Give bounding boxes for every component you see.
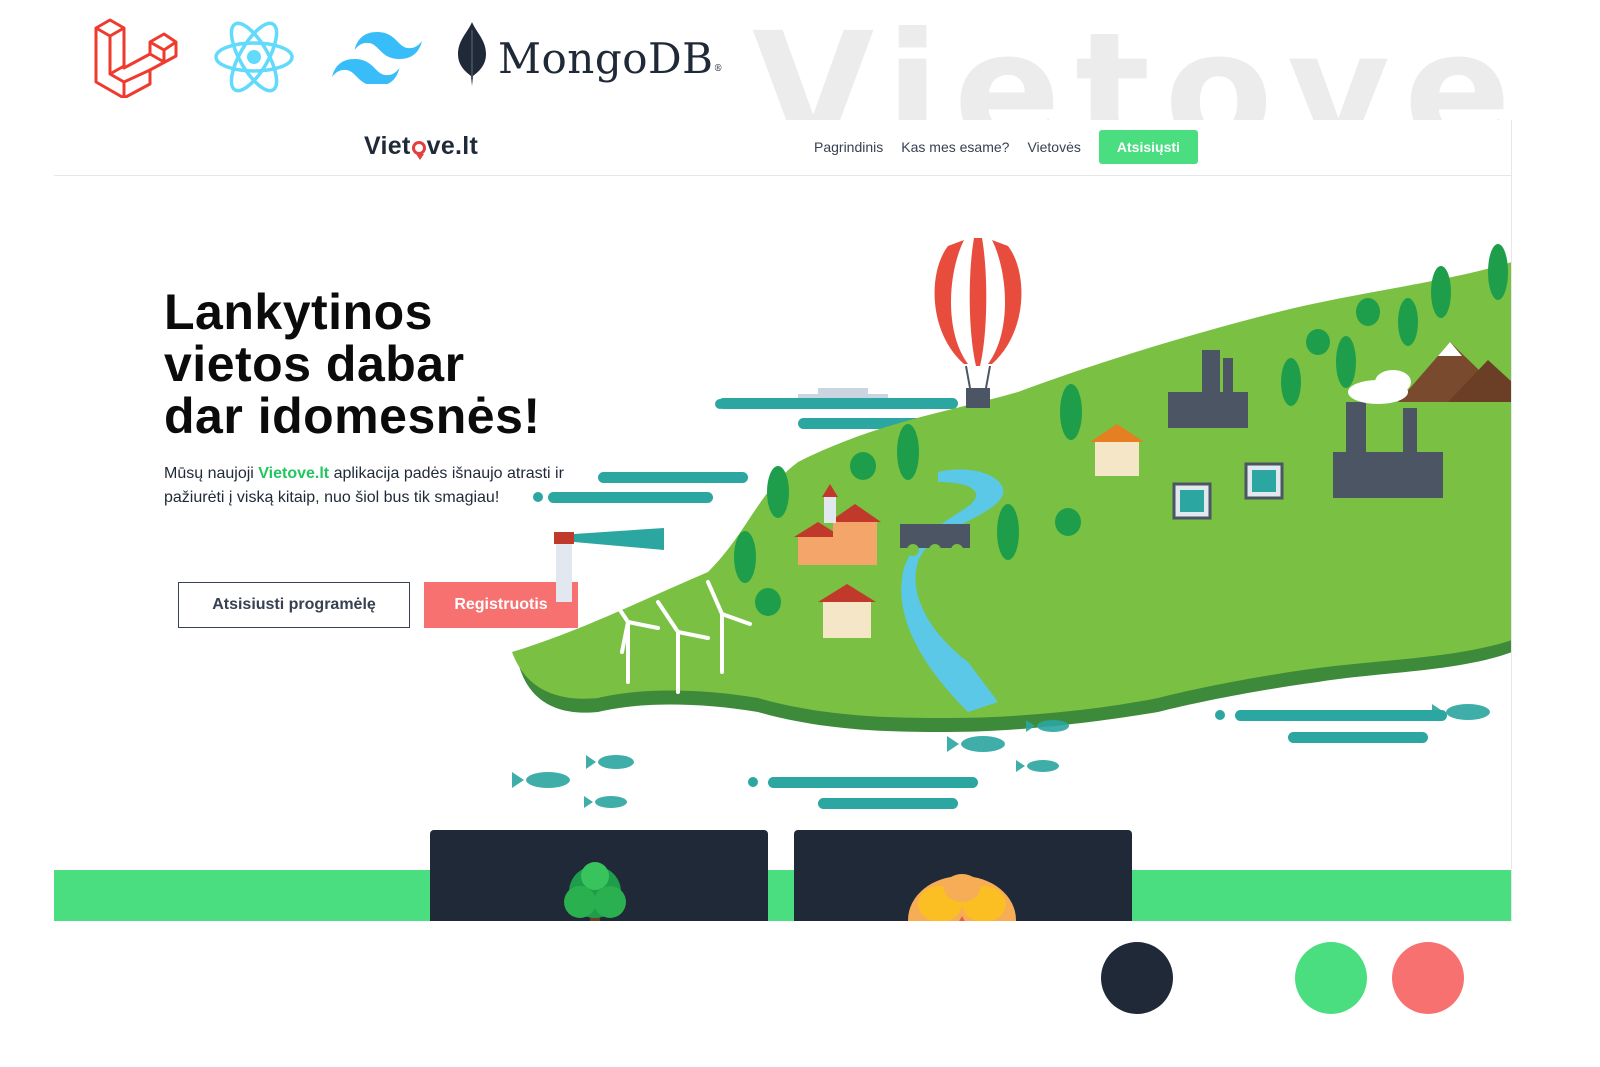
color-swatch-dark xyxy=(1101,942,1173,1014)
nav-menu: Pagrindinis Kas mes esame? Vietovės Atsi… xyxy=(814,130,1198,164)
mongodb-wordmark: MongoDB® xyxy=(498,34,723,83)
color-swatch-red xyxy=(1392,942,1464,1014)
hero-title-line-3: dar idomesnės! xyxy=(164,388,541,444)
feature-card-mind[interactable] xyxy=(794,830,1132,921)
hero-title-line-1: Lankytinos xyxy=(164,284,433,340)
mongodb-leaf-icon xyxy=(458,22,486,86)
feature-card-nature[interactable] xyxy=(430,830,768,921)
laravel-icon xyxy=(94,18,178,98)
location-pin-icon xyxy=(411,141,426,160)
tree-icon xyxy=(564,862,626,921)
nav-download-button[interactable]: Atsisiųsti xyxy=(1098,130,1198,164)
download-app-button[interactable]: Atsisiusti programėlę xyxy=(178,582,410,628)
nav-link-home[interactable]: Pagrindinis xyxy=(814,139,883,155)
navbar: Viet ve.lt Pagrindinis Kas mes esame? Vie… xyxy=(54,120,1511,176)
background-watermark: Vietove xyxy=(752,8,1512,120)
brand-text-start: Viet xyxy=(364,132,411,160)
hero-desc-brand-highlight: Vietove.lt xyxy=(258,465,330,482)
mongodb-wordmark-text: MongoDB xyxy=(498,34,714,83)
mongodb-registered-mark: ® xyxy=(713,64,724,74)
brand-logo[interactable]: Viet ve.lt xyxy=(364,132,478,161)
tailwind-icon xyxy=(332,32,422,84)
hero-title-line-2: vietos dabar xyxy=(164,336,465,392)
green-section-band xyxy=(54,870,1511,921)
color-swatch-green xyxy=(1295,942,1367,1014)
nav-link-about[interactable]: Kas mes esame? xyxy=(901,139,1009,155)
hero-desc-start: Mūsų naujoji xyxy=(164,465,259,482)
island-map-illustration xyxy=(512,238,1511,809)
website-screenshot: Viet ve.lt Pagrindinis Kas mes esame? Vie… xyxy=(54,120,1512,921)
nav-link-places[interactable]: Vietovės xyxy=(1027,139,1080,155)
react-icon xyxy=(214,21,294,93)
brain-icon xyxy=(908,874,1016,921)
brand-text-end: ve.lt xyxy=(426,132,479,160)
background-word: Vietove xyxy=(752,8,1512,120)
